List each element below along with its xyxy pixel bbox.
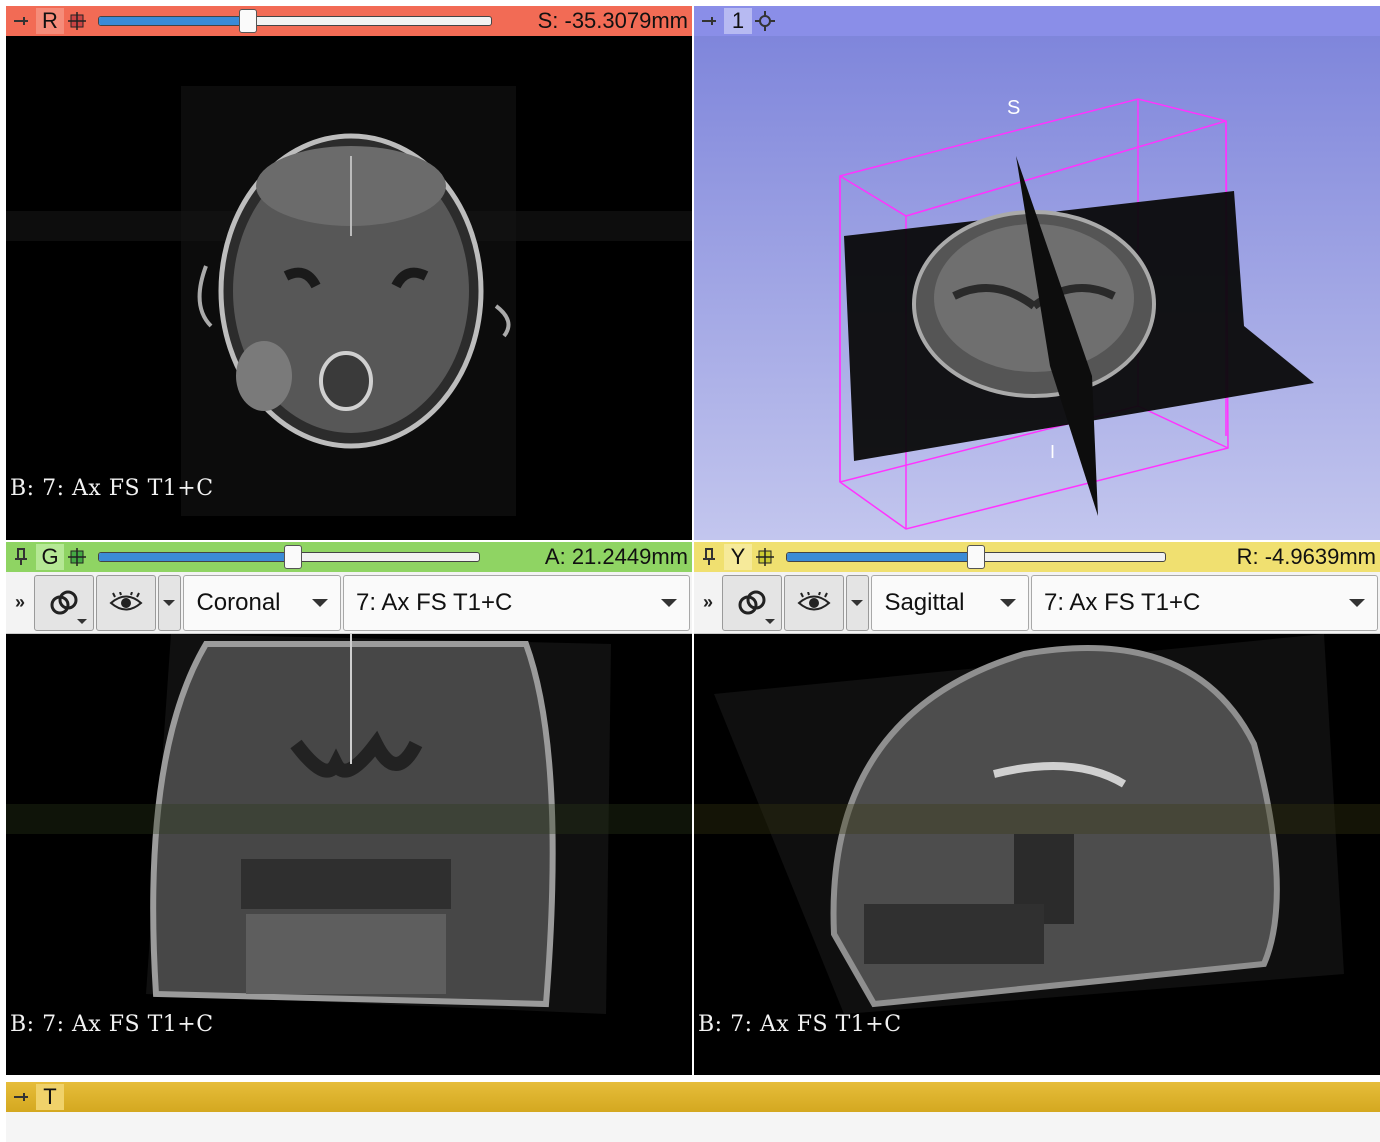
threed-bar: 1 [694,6,1380,36]
link-icon [738,590,766,614]
chevron-down-icon [163,599,176,606]
green-layer-label: B: 7: Ax FS T1+C [10,1012,214,1037]
slider-thumb[interactable] [238,9,257,33]
pin-icon[interactable] [6,6,36,36]
green-slice-view: G A: 21.2449mm » Coronal 7: Ax FS T1+C B… [6,542,692,1075]
volume-value: 7: Ax FS T1+C [356,588,513,616]
threed-render[interactable]: S I [694,36,1380,540]
visibility-menu-button[interactable] [845,574,870,631]
sagittal-mri-image[interactable] [694,634,1380,1075]
orientation-value: Coronal [196,588,281,616]
red-slice-view: R S: -35.3079mm B: 7: Ax FS T1+C [6,6,692,540]
eye-icon [109,591,143,610]
red-offset-slider[interactable] [98,9,492,33]
slider-fill [99,553,293,561]
yellow-offset-slider[interactable] [786,545,1166,569]
settings-icon[interactable] [752,8,778,34]
yellow-view-letter: Y [724,544,752,570]
volume-select[interactable]: 7: Ax FS T1+C [343,574,690,631]
more-icon[interactable]: » [694,592,722,613]
visibility-button[interactable] [783,574,844,631]
slice-controller-icon[interactable] [64,544,90,570]
red-offset-value: S: -35.3079mm [537,8,688,33]
chevron-down-icon [76,618,87,624]
orientation-value: Sagittal [884,588,965,616]
slider-thumb[interactable] [283,545,302,569]
slider-fill [99,17,248,25]
chevron-down-icon [1000,598,1017,607]
pin-icon[interactable] [694,6,724,36]
yellow-slice-bar: Y R: -4.9639mm [694,542,1380,572]
slice-controller-icon[interactable] [64,8,90,34]
red-layer-label: B: 7: Ax FS T1+C [10,476,214,501]
pin-icon[interactable] [6,542,36,572]
chevron-down-icon [312,598,329,607]
slider-thumb[interactable] [967,545,985,569]
slice-controller-icon[interactable] [752,544,778,570]
volume-select[interactable]: 7: Ax FS T1+C [1031,574,1378,631]
yellow-layer-label: B: 7: Ax FS T1+C [698,1012,902,1037]
orientation-select[interactable]: Coronal [183,574,342,631]
axial-mri-image[interactable] [6,36,692,540]
table-view-letter: T [36,1084,64,1110]
i-axis-label: I [1050,442,1055,462]
pin-icon[interactable] [694,542,724,572]
more-icon[interactable]: » [6,592,34,613]
green-slice-bar: G A: 21.2449mm [6,542,692,572]
link-button[interactable] [33,574,94,631]
yellow-slice-view: Y R: -4.9639mm » Sagittal 7: Ax FS T1+C … [694,542,1380,1075]
table-view: T [6,1082,1380,1142]
chevron-down-icon [1349,598,1365,607]
red-view-letter: R [36,8,64,34]
threed-view: 1 S I [694,6,1380,540]
yellow-controller-row: » Sagittal 7: Ax FS T1+C [694,572,1380,634]
green-offset-slider[interactable] [98,545,480,569]
table-bar: T [6,1082,1380,1112]
visibility-menu-button[interactable] [157,574,182,631]
orientation-select[interactable]: Sagittal [871,574,1030,631]
visibility-button[interactable] [95,574,156,631]
link-icon [50,590,78,614]
chevron-down-icon [661,598,677,607]
eye-icon [797,591,831,610]
green-offset-value: A: 21.2449mm [544,544,688,569]
chevron-down-icon [764,618,775,624]
coronal-mri-image[interactable] [6,634,692,1075]
s-axis-label: S [1007,97,1020,119]
threed-view-letter: 1 [724,8,752,34]
red-slice-bar: R S: -35.3079mm [6,6,692,36]
yellow-offset-value: R: -4.9639mm [1236,544,1376,569]
link-button[interactable] [721,574,782,631]
pin-icon[interactable] [6,1082,36,1112]
green-controller-row: » Coronal 7: Ax FS T1+C [6,572,692,634]
slicer-layout: R S: -35.3079mm B: 7: Ax FS T1+C 1 S I G… [0,0,1380,1142]
green-view-letter: G [36,544,64,570]
slider-fill [787,553,976,561]
chevron-down-icon [851,599,864,606]
volume-value: 7: Ax FS T1+C [1044,588,1201,616]
